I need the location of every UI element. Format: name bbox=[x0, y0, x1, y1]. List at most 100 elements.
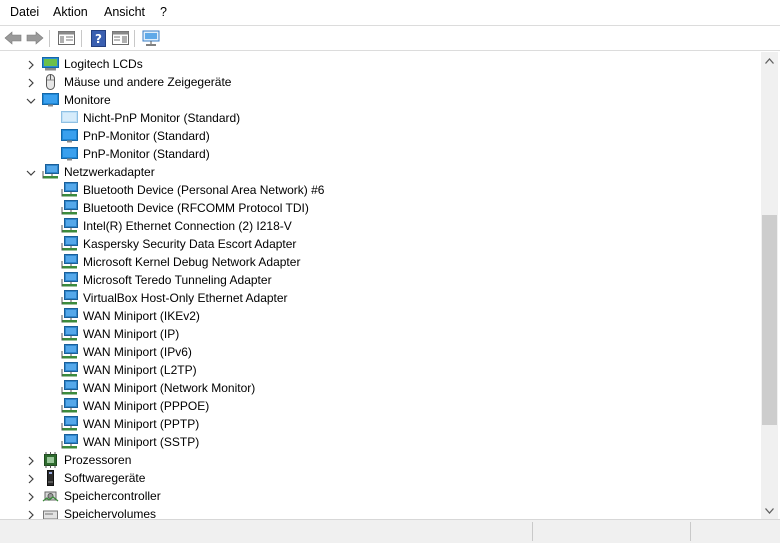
network-adapter-icon bbox=[61, 254, 78, 270]
tree-device-wan-miniport-l2tp[interactable]: WAN Miniport (L2TP) bbox=[0, 361, 761, 379]
tree-device-microsoft-kernel-debug-network-adapter[interactable]: Microsoft Kernel Debug Network Adapter bbox=[0, 253, 761, 271]
mouse-icon bbox=[42, 74, 59, 90]
tree-item-label: Nicht-PnP Monitor (Standard) bbox=[83, 111, 241, 125]
tree-device-microsoft-teredo-tunneling-adapter[interactable]: Microsoft Teredo Tunneling Adapter bbox=[0, 271, 761, 289]
tree-item-label: Bluetooth Device (Personal Area Network)… bbox=[83, 183, 325, 197]
tree-item-label: WAN Miniport (IKEv2) bbox=[83, 309, 200, 323]
monitor-icon bbox=[61, 146, 78, 162]
tree-device-wan-miniport-ikev2[interactable]: WAN Miniport (IKEv2) bbox=[0, 307, 761, 325]
tree-item-label: WAN Miniport (L2TP) bbox=[83, 363, 197, 377]
chevron-down-icon[interactable] bbox=[26, 95, 36, 105]
scroll-down-button[interactable] bbox=[761, 502, 778, 519]
toolbar-separator bbox=[49, 30, 50, 47]
toolbar-separator bbox=[134, 30, 135, 47]
tree-item-label: Speichercontroller bbox=[64, 489, 161, 503]
network-adapter-icon bbox=[61, 380, 78, 396]
tree-item-label: Speichervolumes bbox=[64, 507, 157, 519]
tree-item-label: Monitore bbox=[64, 93, 111, 107]
tree-device-pnp-monitor-standard[interactable]: PnP-Monitor (Standard) bbox=[0, 145, 761, 163]
tree-category-monitore[interactable]: Monitore bbox=[0, 91, 761, 109]
chevron-right-icon[interactable] bbox=[26, 473, 36, 484]
toolbar: ? bbox=[0, 25, 780, 51]
chevron-right-icon[interactable] bbox=[26, 491, 36, 502]
network-adapter-icon bbox=[61, 290, 78, 306]
chevron-right-icon[interactable] bbox=[26, 455, 36, 466]
tree-item-label: WAN Miniport (PPTP) bbox=[83, 417, 200, 431]
tree-device-intel-r-ethernet-connection-2-i218-v[interactable]: Intel(R) Ethernet Connection (2) I218-V bbox=[0, 217, 761, 235]
tree-device-nicht-pnp-monitor-standard[interactable]: Nicht-PnP Monitor (Standard) bbox=[0, 109, 761, 127]
tree-category-logitech-lcds[interactable]: Logitech LCDs bbox=[0, 55, 761, 73]
monitor-icon bbox=[42, 92, 59, 108]
tree-device-bluetooth-device-rfcomm-protocol-tdi[interactable]: Bluetooth Device (RFCOMM Protocol TDI) bbox=[0, 199, 761, 217]
tree-category-netzwerkadapter[interactable]: Netzwerkadapter bbox=[0, 163, 761, 181]
chevron-right-icon[interactable] bbox=[26, 509, 36, 519]
tree-item-label: Kaspersky Security Data Escort Adapter bbox=[83, 237, 297, 251]
network-adapter-icon bbox=[61, 326, 78, 342]
menu-aktion[interactable]: Aktion bbox=[53, 5, 88, 20]
properties-pane-button[interactable] bbox=[56, 29, 76, 47]
console-tree-icon bbox=[111, 31, 129, 45]
tree-device-wan-miniport-ipv6[interactable]: WAN Miniport (IPv6) bbox=[0, 343, 761, 361]
tree-category-speichervolumes[interactable]: Speichervolumes bbox=[0, 505, 761, 519]
tree-category-prozessoren[interactable]: Prozessoren bbox=[0, 451, 761, 469]
tree-item-label: WAN Miniport (IP) bbox=[83, 327, 180, 341]
tree-item-label: VirtualBox Host-Only Ethernet Adapter bbox=[83, 291, 288, 305]
storage-controller-icon bbox=[42, 488, 59, 504]
menu-datei[interactable]: Datei bbox=[10, 5, 39, 20]
tree-device-wan-miniport-sstp[interactable]: WAN Miniport (SSTP) bbox=[0, 433, 761, 451]
back-button[interactable] bbox=[3, 29, 23, 47]
chevron-up-icon bbox=[765, 57, 774, 64]
console-tree-button[interactable] bbox=[110, 29, 130, 47]
chevron-right-icon[interactable] bbox=[26, 77, 36, 88]
chevron-down-icon[interactable] bbox=[26, 167, 36, 177]
tree-item-label: Prozessoren bbox=[64, 453, 132, 467]
chevron-right-icon[interactable] bbox=[26, 59, 36, 70]
tree-item-label: PnP-Monitor (Standard) bbox=[83, 129, 210, 143]
tree-device-bluetooth-device-personal-area-network-6[interactable]: Bluetooth Device (Personal Area Network)… bbox=[0, 181, 761, 199]
network-adapter-icon bbox=[61, 416, 78, 432]
menu-help[interactable]: ? bbox=[160, 5, 167, 20]
tree-device-wan-miniport-ip[interactable]: WAN Miniport (IP) bbox=[0, 325, 761, 343]
tree-device-wan-miniport-pptp[interactable]: WAN Miniport (PPTP) bbox=[0, 415, 761, 433]
tree-device-wan-miniport-pppoe[interactable]: WAN Miniport (PPPOE) bbox=[0, 397, 761, 415]
scroll-thumb[interactable] bbox=[762, 215, 777, 425]
status-pane-tertiary bbox=[691, 522, 780, 541]
tree-item-label: PnP-Monitor (Standard) bbox=[83, 147, 210, 161]
network-adapter-icon bbox=[61, 308, 78, 324]
tree-item-label: Intel(R) Ethernet Connection (2) I218-V bbox=[83, 219, 292, 233]
tree-item-label: Softwaregeräte bbox=[64, 471, 146, 485]
tree-category-mäuse-und-andere-zeigegeräte[interactable]: Mäuse und andere Zeigegeräte bbox=[0, 73, 761, 91]
network-adapter-icon bbox=[61, 236, 78, 252]
software-device-icon bbox=[42, 470, 59, 486]
help-button[interactable]: ? bbox=[88, 29, 108, 47]
tree-item-label: Logitech LCDs bbox=[64, 57, 143, 71]
tree-category-softwaregeräte[interactable]: Softwaregeräte bbox=[0, 469, 761, 487]
network-adapter-icon bbox=[61, 344, 78, 360]
tree-device-pnp-monitor-standard[interactable]: PnP-Monitor (Standard) bbox=[0, 127, 761, 145]
network-adapter-icon bbox=[42, 164, 59, 180]
tree-category-speichercontroller[interactable]: Speichercontroller bbox=[0, 487, 761, 505]
network-adapter-icon bbox=[61, 182, 78, 198]
status-bar bbox=[0, 519, 780, 543]
help-icon: ? bbox=[90, 29, 106, 47]
scan-hardware-button[interactable] bbox=[141, 29, 161, 47]
tree-item-label: WAN Miniport (PPPOE) bbox=[83, 399, 210, 413]
tree-device-kaspersky-security-data-escort-adapter[interactable]: Kaspersky Security Data Escort Adapter bbox=[0, 235, 761, 253]
tree-item-label: Bluetooth Device (RFCOMM Protocol TDI) bbox=[83, 201, 309, 215]
vertical-scrollbar[interactable] bbox=[761, 52, 778, 519]
tree-device-virtualbox-host-only-ethernet-adapter[interactable]: VirtualBox Host-Only Ethernet Adapter bbox=[0, 289, 761, 307]
forward-button[interactable] bbox=[25, 29, 45, 47]
back-arrow-icon bbox=[4, 31, 22, 45]
menu-ansicht[interactable]: Ansicht bbox=[104, 5, 145, 20]
tree-item-label: WAN Miniport (IPv6) bbox=[83, 345, 192, 359]
network-adapter-icon bbox=[61, 362, 78, 378]
forward-arrow-icon bbox=[26, 31, 44, 45]
monitor-icon bbox=[61, 128, 78, 144]
tree-device-wan-miniport-network-monitor[interactable]: WAN Miniport (Network Monitor) bbox=[0, 379, 761, 397]
toolbar-separator bbox=[81, 30, 82, 47]
tree-item-label: Microsoft Kernel Debug Network Adapter bbox=[83, 255, 301, 269]
menu-bar: Datei Aktion Ansicht ? bbox=[0, 0, 780, 24]
network-adapter-icon bbox=[61, 272, 78, 288]
processor-icon bbox=[42, 452, 59, 468]
scroll-up-button[interactable] bbox=[761, 52, 778, 69]
